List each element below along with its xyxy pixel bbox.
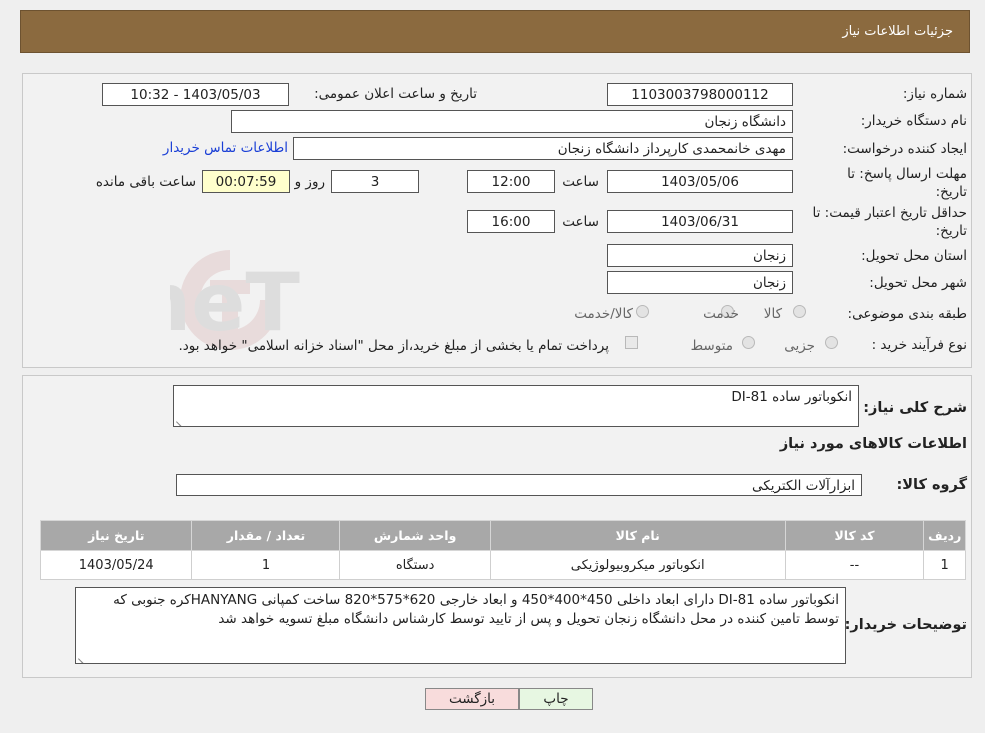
treasury-checkbox[interactable] [625,336,638,349]
announce-label: تاریخ و ساعت اعلان عمومی: [314,86,477,102]
payment-note: پرداخت تمام یا بخشی از مبلغ خرید،از محل … [178,338,609,354]
resize-grip-icon[interactable] [176,416,185,425]
announce-datetime-field: 1403/05/03 - 10:32 [102,83,289,106]
validity-time-field: 16:00 [467,210,555,233]
col-header-need-date: تاریخ نیاز [39,520,193,551]
category-both-label: کالا/خدمت [574,306,633,322]
buyer-notes-textarea[interactable]: انکوباتور ساده DI-81 دارای ابعاد داخلی 4… [75,587,846,664]
summary-label: شرح کلی نیاز: [863,400,967,416]
page-title: جزئیات اطلاعات نیاز [842,24,953,39]
group-label: گروه کالا: [896,477,967,493]
buyer-notes-text: انکوباتور ساده DI-81 دارای ابعاد داخلی 4… [113,592,839,627]
days-label: روز و [294,174,325,190]
cell-unit: دستگاه [339,550,491,580]
city-field: زنجان [607,271,793,294]
process-label: نوع فرآیند خرید : [871,337,967,353]
col-header-row-number: ردیف [923,520,966,551]
deadline-time-label: ساعت [562,174,599,190]
table-header-row: ردیف کد کالا نام کالا واحد شمارش تعداد /… [39,520,966,551]
category-goods-radio[interactable] [793,305,806,318]
group-field: ابزارآلات الکتریکی [176,474,862,496]
table-row: 1 -- انکوباتور میکروبیولوژیکی دستگاه 1 1… [39,550,966,580]
back-button[interactable]: بازگشت [425,688,519,710]
print-button[interactable]: چاپ [519,688,593,710]
province-label: استان محل تحویل: [861,248,967,264]
countdown-timer: 00:07:59 [202,170,290,193]
resize-grip-icon[interactable] [78,653,87,662]
remaining-label: ساعت باقی مانده [95,174,196,190]
cell-item-name: انکوباتور میکروبیولوژیکی [489,550,786,580]
items-section-title: اطلاعات کالاهای مورد نیاز [779,436,967,452]
deadline-label: مهلت ارسال پاسخ: تا [847,166,967,182]
cell-quantity: 1 [191,550,341,580]
buyer-contact-link[interactable]: اطلاعات تماس خریدار [163,140,288,156]
validity-label-2: تاریخ: [935,223,967,239]
validity-date-field: 1403/06/31 [607,210,793,233]
col-header-item-name: نام کالا [489,520,786,551]
process-minor-radio[interactable] [825,336,838,349]
category-both-radio[interactable] [636,305,649,318]
category-label: طبقه بندی موضوعی: [847,306,967,322]
summary-textarea[interactable]: انکوباتور ساده DI-81 [173,385,859,427]
buyer-org-label: نام دستگاه خریدار: [860,113,967,129]
creator-field: مهدی خانمحمدی کارپرداز دانشگاه زنجان [293,137,793,160]
category-goods-label: کالا [763,306,782,322]
summary-text: انکوباتور ساده DI-81 [731,389,852,405]
deadline-date-field: 1403/05/06 [607,170,793,193]
buyer-notes-label: توضیحات خریدار: [844,617,967,633]
process-medium-radio[interactable] [742,336,755,349]
deadline-time-field: 12:00 [467,170,555,193]
col-header-quantity: تعداد / مقدار [191,520,341,551]
col-header-unit: واحد شمارش [339,520,491,551]
validity-label: حداقل تاریخ اعتبار قیمت: تا [812,205,967,221]
col-header-item-code: کد کالا [784,520,925,551]
cell-need-date: 1403/05/24 [39,550,193,580]
validity-time-label: ساعت [562,214,599,230]
city-label: شهر محل تحویل: [869,275,967,291]
items-table: ردیف کد کالا نام کالا واحد شمارش تعداد /… [39,520,966,580]
need-number-field: 1103003798000112 [607,83,793,106]
need-number-label: شماره نیاز: [902,86,967,102]
province-field: زنجان [607,244,793,267]
creator-label: ایجاد کننده درخواست: [842,141,967,157]
cell-item-code: -- [784,550,925,580]
process-medium-label: متوسط [690,338,733,354]
days-remaining-field: 3 [331,170,419,193]
buyer-org-field: دانشگاه زنجان [231,110,793,133]
page-header: جزئیات اطلاعات نیاز [20,10,970,53]
process-minor-label: جزیی [784,338,815,354]
cell-row-number: 1 [923,550,966,580]
category-service-label: خدمت [703,306,739,322]
deadline-label-2: تاریخ: [935,184,967,200]
